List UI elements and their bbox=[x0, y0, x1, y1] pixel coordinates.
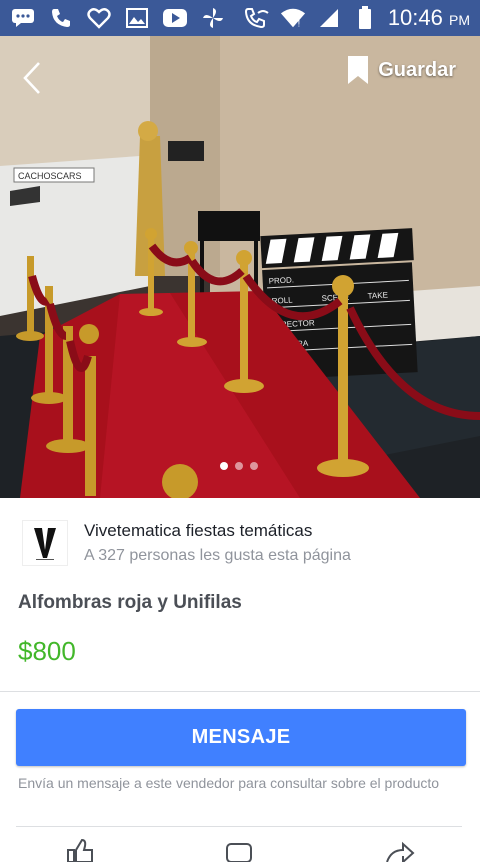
comment-action[interactable] bbox=[225, 838, 255, 868]
share-action[interactable] bbox=[385, 838, 415, 868]
wifi-icon: ! bbox=[280, 7, 306, 29]
red-carpet-photo: CACHOSCARS PROD. ROLL SCENE TAKE DIRECTO… bbox=[0, 36, 480, 498]
like-action[interactable] bbox=[65, 838, 95, 868]
pagination-dot[interactable] bbox=[235, 462, 243, 470]
wifi-call-icon bbox=[244, 7, 270, 29]
pagination-dot[interactable] bbox=[220, 462, 228, 470]
svg-text:CACHOSCARS: CACHOSCARS bbox=[18, 171, 82, 181]
comment-icon bbox=[226, 843, 252, 862]
product-photo[interactable]: CACHOSCARS PROD. ROLL SCENE TAKE DIRECTO… bbox=[0, 36, 480, 498]
svg-text:!: ! bbox=[297, 18, 300, 28]
chevron-left-icon bbox=[23, 62, 40, 94]
signal-icon bbox=[316, 7, 342, 29]
back-button[interactable] bbox=[14, 56, 50, 100]
svg-text:PROD.: PROD. bbox=[268, 275, 294, 285]
divider bbox=[0, 691, 480, 692]
youtube-icon bbox=[162, 7, 188, 29]
listing-price: $800 bbox=[18, 636, 76, 666]
heart-icon bbox=[86, 7, 112, 29]
chat-bubble-icon bbox=[10, 7, 36, 29]
photo-pagination bbox=[220, 462, 258, 470]
divider bbox=[16, 826, 462, 827]
save-label: Guardar bbox=[378, 58, 456, 81]
action-row bbox=[0, 838, 480, 868]
bookmark-icon bbox=[348, 56, 369, 84]
image-icon bbox=[124, 7, 150, 29]
pagination-dot[interactable] bbox=[250, 462, 258, 470]
save-button[interactable]: Guardar bbox=[348, 56, 456, 84]
pinwheel-icon bbox=[200, 7, 226, 29]
seller-info[interactable]: Vivetematica fiestas temáticas A 327 per… bbox=[0, 498, 480, 588]
status-bar: ! 10:46 PM bbox=[0, 0, 480, 36]
svg-text:TAKE: TAKE bbox=[367, 291, 388, 301]
message-hint: Envía un mensaje a este vendedor para co… bbox=[18, 775, 440, 791]
listing-title: Alfombras roja y Unifilas bbox=[18, 592, 242, 613]
clock: 10:46 PM bbox=[387, 5, 470, 30]
phone-icon bbox=[48, 7, 74, 29]
share-icon bbox=[386, 841, 415, 862]
battery-icon bbox=[352, 6, 378, 29]
seller-name[interactable]: Vivetematica fiestas temáticas bbox=[84, 521, 351, 541]
seller-logo[interactable] bbox=[22, 520, 68, 566]
seller-likes: A 327 personas les gusta esta página bbox=[84, 547, 351, 564]
thumbs-up-icon bbox=[67, 838, 93, 862]
message-button[interactable]: MENSAJE bbox=[16, 709, 466, 766]
